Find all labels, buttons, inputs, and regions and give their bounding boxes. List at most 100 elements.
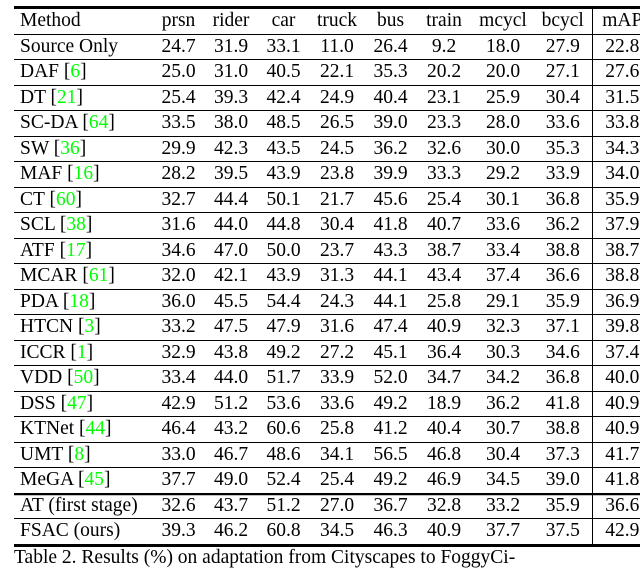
- cell-method: ATF [17]: [14, 237, 153, 264]
- column-header-method: Method: [14, 6, 153, 34]
- cell-value: 47.4: [365, 314, 416, 340]
- column-header-mcycl: mcycl: [472, 6, 534, 34]
- citation-link[interactable]: 6: [70, 61, 80, 82]
- cell-value: 33.6: [309, 390, 365, 417]
- table-caption: Table 2. Results (%) on adaptation from …: [14, 547, 516, 568]
- column-header-map: mAP: [592, 6, 640, 34]
- citation-link[interactable]: 64: [89, 112, 109, 133]
- cell-map: 34.3: [592, 135, 640, 162]
- cell-map: 36.6: [592, 492, 640, 519]
- column-header-bcycl: bcycl: [534, 6, 593, 34]
- cell-value: 31.3: [309, 263, 365, 289]
- citation-link[interactable]: 38: [66, 214, 86, 235]
- method-name: Source Only: [20, 35, 119, 57]
- cell-value: 35.9: [534, 288, 593, 315]
- citation-link[interactable]: 44: [86, 418, 106, 439]
- table-header-row: Method prsn rider car truck bus train mc…: [14, 6, 640, 34]
- cell-value: 33.4: [153, 365, 204, 391]
- citation-link[interactable]: 3: [84, 316, 94, 337]
- citation-link[interactable]: 18: [69, 291, 89, 312]
- table-row: DT [21] 25.4 39.3 42.4 24.9 40.4 23.1 25.9 30.4 3…: [14, 84, 640, 111]
- cell-map: 22.8: [592, 33, 640, 60]
- cell-value: 33.4: [472, 237, 534, 264]
- cell-map: 41.7: [592, 441, 640, 468]
- cell-value: 39.3: [204, 84, 258, 111]
- method-name: DAF: [20, 61, 60, 82]
- method-name: ATF: [20, 239, 55, 261]
- cell-map: 40.0: [592, 365, 640, 391]
- table-row: KTNet [44] 46.4 43.2 60.6 25.8 41.2 40.4 30.7 38…: [14, 416, 640, 442]
- cell-value: 32.7: [153, 186, 204, 213]
- citation-link[interactable]: 36: [60, 138, 80, 159]
- cell-value: 39.0: [365, 110, 416, 136]
- cell-value: 25.4: [416, 186, 472, 213]
- citation-link[interactable]: 8: [74, 444, 84, 465]
- citation-link[interactable]: 47: [67, 393, 87, 414]
- cell-value: 46.8: [416, 441, 472, 468]
- cell-value: 25.0: [153, 59, 204, 85]
- cell-value: 36.2: [472, 390, 534, 417]
- cell-value: 33.3: [416, 161, 472, 187]
- cell-value: 43.9: [258, 161, 309, 187]
- citation-link[interactable]: 45: [84, 469, 104, 490]
- method-name: DT: [20, 86, 46, 108]
- cell-value: 42.3: [204, 135, 258, 162]
- column-header-train: train: [416, 6, 472, 34]
- cell-value: 40.7: [416, 212, 472, 238]
- cell-value: 45.1: [365, 339, 416, 366]
- results-table: Method prsn rider car truck bus train mc…: [14, 6, 640, 547]
- cell-value: 27.1: [534, 59, 593, 85]
- cell-value: 44.4: [204, 186, 258, 213]
- cell-value: 44.8: [258, 212, 309, 238]
- cell-method: PDA [18]: [14, 288, 153, 315]
- citation-link[interactable]: 17: [66, 240, 86, 261]
- column-header-bus: bus: [365, 6, 416, 34]
- cell-value: 25.8: [416, 288, 472, 315]
- cell-value: 18.9: [416, 390, 472, 417]
- cell-value: 33.9: [534, 161, 593, 187]
- citation-link[interactable]: 16: [74, 163, 94, 184]
- cell-method: DAF [6]: [14, 59, 153, 85]
- citation-link[interactable]: 61: [89, 265, 109, 286]
- cell-method: KTNet [44]: [14, 416, 153, 442]
- cell-value: 33.0: [153, 441, 204, 468]
- cell-value: 44.1: [365, 288, 416, 315]
- cell-value: 35.9: [534, 492, 593, 519]
- table-row: SC-DA [64] 33.5 38.0 48.5 26.5 39.0 23.3 28.0 33…: [14, 110, 640, 136]
- table-row: AT (first stage) 32.6 43.7 51.2 27.0 36.7 32.8…: [14, 492, 640, 519]
- cell-value: 24.9: [309, 84, 365, 111]
- cell-value: 46.4: [153, 416, 204, 442]
- table-row: FSAC (ours) 39.3 46.2 60.8 34.5 46.3 40.9 37.7 3…: [14, 518, 640, 547]
- cell-map: 34.0: [592, 161, 640, 187]
- cell-value: 33.9: [309, 365, 365, 391]
- cell-value: 20.0: [472, 59, 534, 85]
- cell-value: 37.7: [153, 467, 204, 493]
- cell-value: 45.5: [204, 288, 258, 315]
- cell-value: 43.5: [258, 135, 309, 162]
- citation-link[interactable]: 1: [77, 342, 87, 363]
- cell-value: 50.0: [258, 237, 309, 264]
- cell-value: 25.9: [472, 84, 534, 111]
- cell-value: 37.7: [472, 518, 534, 547]
- cell-value: 34.6: [534, 339, 593, 366]
- cell-value: 52.0: [365, 365, 416, 391]
- cell-value: 26.5: [309, 110, 365, 136]
- cell-value: 30.1: [472, 186, 534, 213]
- cell-value: 54.4: [258, 288, 309, 315]
- column-header-car: car: [258, 6, 309, 34]
- table-row: DAF [6] 25.0 31.0 40.5 22.1 35.3 20.2 20.0 27.1 2…: [14, 59, 640, 85]
- table-body: Source Only 24.7 31.9 33.1 11.0 26.4 9.2 18.0 27…: [14, 33, 640, 547]
- cell-value: 51.7: [258, 365, 309, 391]
- method-name: MeGA: [20, 469, 74, 490]
- method-name: FSAC (ours): [20, 520, 121, 541]
- cell-value: 33.1: [258, 33, 309, 60]
- cell-value: 53.6: [258, 390, 309, 417]
- cell-value: 41.2: [365, 416, 416, 442]
- cell-map: 42.9: [592, 518, 640, 547]
- citation-link[interactable]: 50: [74, 367, 94, 388]
- cell-value: 47.0: [204, 237, 258, 264]
- citation-link[interactable]: 21: [57, 87, 77, 108]
- cell-value: 34.6: [153, 237, 204, 264]
- citation-link[interactable]: 60: [56, 189, 76, 210]
- cell-value: 43.7: [204, 492, 258, 519]
